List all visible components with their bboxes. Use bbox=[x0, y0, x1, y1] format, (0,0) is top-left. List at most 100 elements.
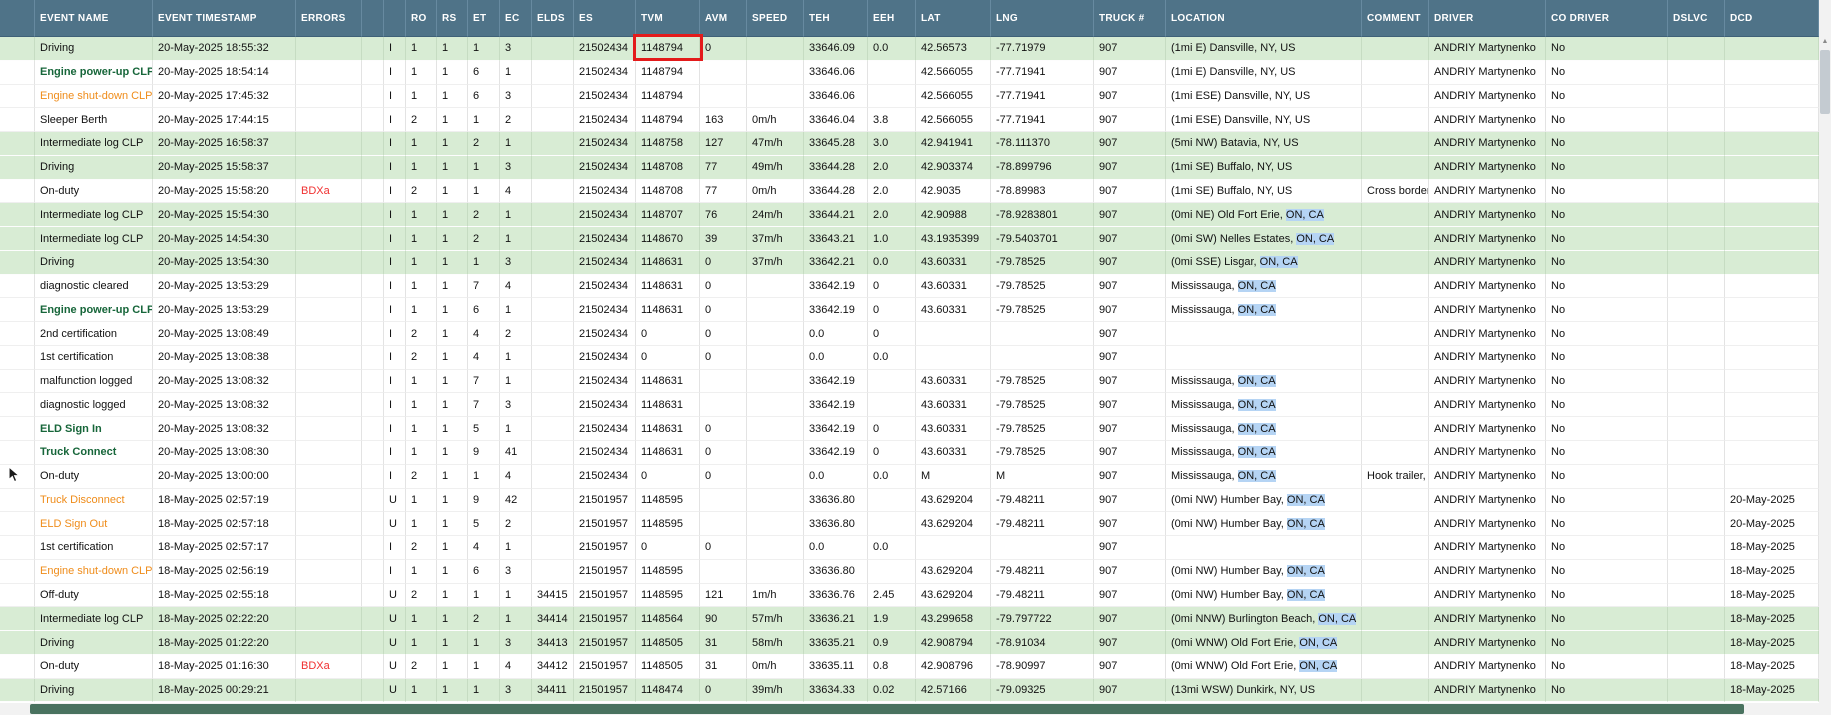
column-header-teh[interactable]: TEH bbox=[804, 0, 868, 37]
cell-comment bbox=[1362, 607, 1429, 632]
column-header-ro[interactable]: RO bbox=[406, 0, 437, 37]
location-highlight: ON, CA bbox=[1237, 446, 1276, 459]
column-header-lat[interactable]: LAT bbox=[916, 0, 991, 37]
cell-rs: 1 bbox=[437, 179, 468, 204]
cell-loc: (0mi SW) Nelles Estates, ON, CA bbox=[1166, 227, 1362, 251]
column-header-ec[interactable]: EC bbox=[500, 0, 532, 37]
cell-ts: 18-May-2025 02:22:20 bbox=[153, 607, 296, 632]
table-row[interactable]: Driving 20-May-2025 18:55:32 I 1 1 1 3 21502434… bbox=[0, 37, 1819, 61]
table-row[interactable]: Driving 20-May-2025 15:58:37 I 1 1 1 3 21502434… bbox=[0, 155, 1819, 180]
scroll-up-arrow-icon[interactable]: ▲ bbox=[1819, 38, 1831, 45]
cell-ro: 1 bbox=[406, 227, 437, 251]
vertical-scrollbar[interactable]: ▲ bbox=[1819, 0, 1831, 703]
table-row[interactable]: ELD Sign Out 18-May-2025 02:57:18 U 1 1 5 2 215… bbox=[0, 512, 1819, 537]
table-row[interactable]: Engine shut-down CLP 20-May-2025 17:45:32… bbox=[0, 84, 1819, 109]
horizontal-scrollbar-thumb[interactable] bbox=[30, 704, 1744, 714]
column-header-eeh[interactable]: EEH bbox=[868, 0, 916, 37]
cell-name: Engine shut-down CLP bbox=[35, 559, 153, 584]
cell-speed bbox=[747, 488, 804, 513]
cell-lng: -78.90997 bbox=[991, 654, 1094, 679]
table-row[interactable]: Driving 18-May-2025 01:22:20 U 1 1 1 3 34413 215… bbox=[0, 631, 1819, 655]
cell-tvm: 1148794 bbox=[636, 108, 700, 133]
column-header-loc[interactable]: LOCATION bbox=[1166, 0, 1362, 37]
cell-es: 21502434 bbox=[574, 37, 636, 61]
cell-org: I bbox=[384, 155, 406, 180]
cell-speed: 37m/h bbox=[747, 227, 804, 251]
table-row[interactable]: 2nd certification 20-May-2025 13:08:49 I 2 1… bbox=[0, 322, 1819, 346]
cell-es: 21502434 bbox=[574, 227, 636, 251]
column-header-dslvc[interactable]: DSLVC bbox=[1668, 0, 1725, 37]
cell-org: I bbox=[384, 345, 406, 370]
column-header-et[interactable]: ET bbox=[468, 0, 500, 37]
table-row[interactable]: Off-duty 18-May-2025 02:55:18 U 2 1 1 1 34415 21… bbox=[0, 583, 1819, 608]
table-row[interactable]: Intermediate log CLP 18-May-2025 02:22:20… bbox=[0, 607, 1819, 632]
table-row[interactable]: Sleeper Berth 20-May-2025 17:44:15 I 2 1 1 2 21… bbox=[0, 108, 1819, 133]
table-row[interactable]: Engine power-up CLP 20-May-2025 13:53:29 I… bbox=[0, 298, 1819, 323]
cell-gutter bbox=[0, 464, 35, 489]
cell-ec: 4 bbox=[500, 464, 532, 489]
table-row[interactable]: Intermediate log CLP 20-May-2025 16:58:37… bbox=[0, 132, 1819, 156]
cell-b1 bbox=[362, 227, 384, 251]
table-row[interactable]: Truck Connect 20-May-2025 13:08:30 I 1 1 9 41 2… bbox=[0, 441, 1819, 465]
cell-et: 7 bbox=[468, 369, 500, 394]
table-row[interactable]: On-duty 18-May-2025 01:16:30 BDXa U 2 1 1 4 3441… bbox=[0, 654, 1819, 679]
column-header-elds[interactable]: ELDS bbox=[532, 0, 574, 37]
column-header-b1[interactable] bbox=[362, 0, 384, 37]
column-header-err[interactable]: ERRORS bbox=[296, 0, 362, 37]
column-header-ts[interactable]: EVENT TIMESTAMP bbox=[153, 0, 296, 37]
column-header-gutter[interactable] bbox=[0, 0, 35, 37]
table-row[interactable]: 1st certification 18-May-2025 02:57:17 I 2 1… bbox=[0, 536, 1819, 560]
cell-et: 4 bbox=[468, 322, 500, 346]
cell-lat: 43.1935399 bbox=[916, 227, 991, 251]
cell-avm: 121 bbox=[700, 583, 747, 608]
cell-lat: 43.629204 bbox=[916, 583, 991, 608]
cell-name: diagnostic cleared bbox=[35, 274, 153, 299]
cell-lat: 43.60331 bbox=[916, 274, 991, 299]
vertical-scrollbar-thumb[interactable] bbox=[1820, 50, 1830, 114]
cell-b1 bbox=[362, 607, 384, 632]
events-table: EVENT NAME EVENT TIMESTAMP ERRORS RO RS ET EC E… bbox=[0, 0, 1819, 703]
table-row[interactable]: diagnostic logged 20-May-2025 13:08:32 I 1 1… bbox=[0, 393, 1819, 418]
column-header-avm[interactable]: AVM bbox=[700, 0, 747, 37]
column-header-org[interactable] bbox=[384, 0, 406, 37]
column-header-rs[interactable]: RS bbox=[437, 0, 468, 37]
table-row[interactable]: Driving 18-May-2025 00:29:21 U 1 1 1 3 34411 215… bbox=[0, 678, 1819, 703]
eld-events-grid: EVENT NAME EVENT TIMESTAMP ERRORS RO RS ET EC E… bbox=[0, 0, 1831, 715]
table-row[interactable]: Engine power-up CLP 20-May-2025 18:54:14 I… bbox=[0, 60, 1819, 85]
cell-et: 1 bbox=[468, 37, 500, 61]
table-row[interactable]: Driving 20-May-2025 13:54:30 I 1 1 1 3 21502434… bbox=[0, 250, 1819, 275]
cell-codriver: No bbox=[1546, 132, 1668, 156]
cell-dslvc bbox=[1668, 274, 1725, 299]
cell-elds: 34414 bbox=[532, 607, 574, 632]
column-header-driver[interactable]: DRIVER bbox=[1429, 0, 1546, 37]
column-header-comment[interactable]: COMMENT bbox=[1362, 0, 1429, 37]
horizontal-scrollbar[interactable] bbox=[0, 703, 1819, 715]
table-row[interactable]: ELD Sign In 20-May-2025 13:08:32 I 1 1 5 1 2150… bbox=[0, 417, 1819, 442]
column-header-es[interactable]: ES bbox=[574, 0, 636, 37]
cell-dcd bbox=[1725, 155, 1819, 180]
table-row[interactable]: 1st certification 20-May-2025 13:08:38 I 2 1… bbox=[0, 345, 1819, 370]
column-header-dcd[interactable]: DCD bbox=[1725, 0, 1819, 37]
column-header-lng[interactable]: LNG bbox=[991, 0, 1094, 37]
column-header-name[interactable]: EVENT NAME bbox=[35, 0, 153, 37]
table-row[interactable]: Engine shut-down CLP 18-May-2025 02:56:19… bbox=[0, 559, 1819, 584]
cell-speed bbox=[747, 84, 804, 109]
column-header-truck[interactable]: TRUCK # bbox=[1094, 0, 1166, 37]
table-row[interactable]: Truck Disconnect 18-May-2025 02:57:19 U 1 1 9… bbox=[0, 488, 1819, 513]
table-row[interactable]: Intermediate log CLP 20-May-2025 14:54:30… bbox=[0, 227, 1819, 251]
table-row[interactable]: malfunction logged 20-May-2025 13:08:32 I 1… bbox=[0, 369, 1819, 394]
cell-driver: ANDRIY Martynenko bbox=[1429, 84, 1546, 109]
column-header-speed[interactable]: SPEED bbox=[747, 0, 804, 37]
table-row[interactable]: diagnostic cleared 20-May-2025 13:53:29 I 1… bbox=[0, 274, 1819, 299]
cell-codriver: No bbox=[1546, 322, 1668, 346]
cell-eeh: 3.0 bbox=[868, 132, 916, 156]
cell-ro: 1 bbox=[406, 274, 437, 299]
table-row[interactable]: On-duty 20-May-2025 15:58:20 BDXa I 2 1 1 4 2150… bbox=[0, 179, 1819, 204]
cell-codriver: No bbox=[1546, 108, 1668, 133]
cell-dcd bbox=[1725, 393, 1819, 418]
column-header-codriver[interactable]: CO DRIVER bbox=[1546, 0, 1668, 37]
table-row[interactable]: Intermediate log CLP 20-May-2025 15:54:30… bbox=[0, 203, 1819, 228]
cell-eeh bbox=[868, 84, 916, 109]
column-header-tvm[interactable]: TVM bbox=[636, 0, 700, 37]
table-row[interactable]: On-duty 20-May-2025 13:00:00 I 2 1 1 4 21502434… bbox=[0, 464, 1819, 489]
